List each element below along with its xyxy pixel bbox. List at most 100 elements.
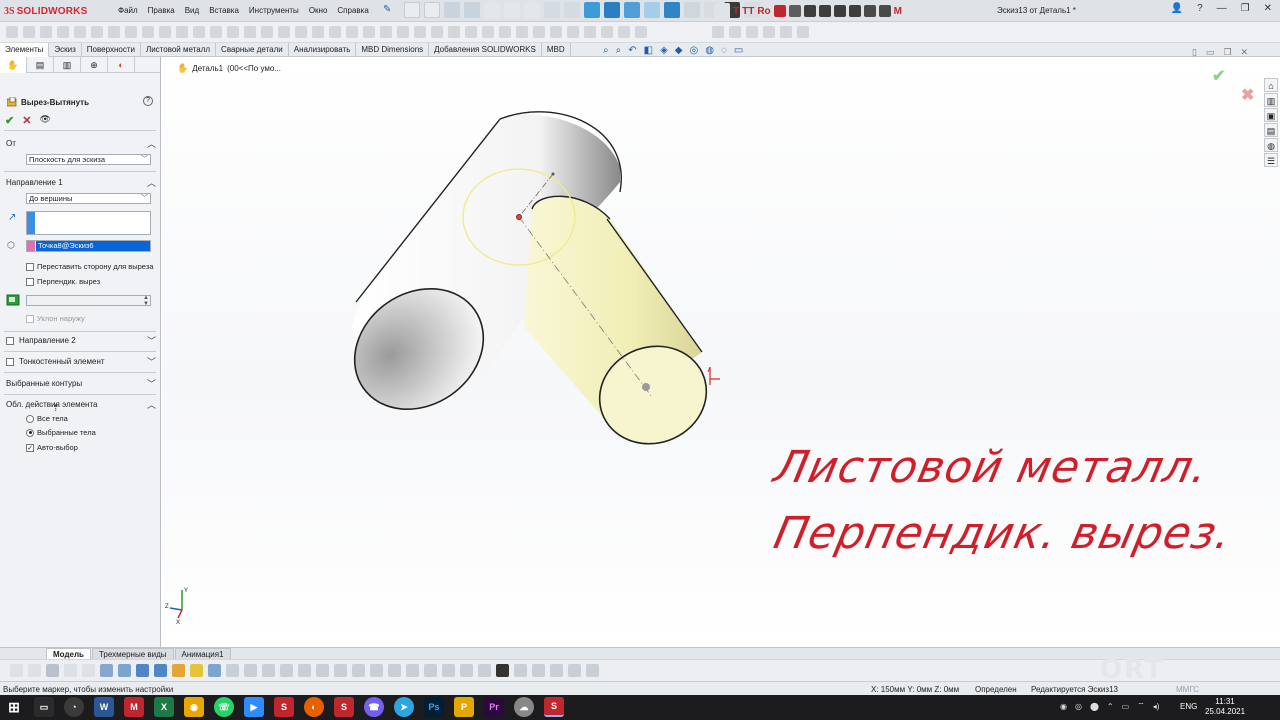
- radio-all-bodies-dot[interactable]: [26, 414, 34, 423]
- radio-selected-bodies[interactable]: Выбранные тела: [26, 428, 96, 437]
- filter-toggle-icon[interactable]: [10, 664, 23, 677]
- menu-view[interactable]: Вид: [185, 6, 199, 15]
- plugin-t-icon[interactable]: T: [733, 6, 739, 17]
- tab-addins[interactable]: Добавления SOLIDWORKS: [429, 43, 542, 57]
- swept-cut-icon[interactable]: [142, 26, 154, 38]
- sketch-point[interactable]: [516, 214, 522, 220]
- plugin-tt-icon[interactable]: TT: [742, 6, 754, 17]
- filter-surface-finish-icon[interactable]: [316, 664, 329, 677]
- zoom-icon[interactable]: ▶: [244, 697, 264, 717]
- filter-clear-icon[interactable]: [28, 664, 41, 677]
- hide-show-icon[interactable]: ◎: [689, 45, 698, 56]
- clock[interactable]: 11:31 25.04.2021: [1205, 697, 1245, 717]
- minimize-icon[interactable]: —: [1217, 3, 1227, 14]
- filter-mesh-facet-icon[interactable]: [568, 664, 581, 677]
- viewport-restore-icon[interactable]: ▯: [1192, 47, 1197, 58]
- feature-extra-11-icon[interactable]: [533, 26, 545, 38]
- menu-file[interactable]: Файл: [118, 6, 138, 15]
- tray-app-2-icon[interactable]: ◎: [1075, 702, 1082, 711]
- tab-features[interactable]: Элементы: [0, 43, 50, 57]
- plugin-red-icon[interactable]: [773, 5, 786, 17]
- feature-extra-15-icon[interactable]: [601, 26, 613, 38]
- vertex-selected-item[interactable]: Точка8@Эскиз6: [36, 241, 150, 251]
- feature-extra-4-icon[interactable]: [414, 26, 426, 38]
- feature-extra-16-icon[interactable]: [618, 26, 630, 38]
- edit-appearance-icon[interactable]: ◍: [705, 45, 714, 56]
- tab-evaluate[interactable]: Анализировать: [289, 43, 357, 57]
- view-palette-icon[interactable]: ▤: [1264, 123, 1278, 137]
- filter-help-icon[interactable]: [64, 664, 77, 677]
- filter-cosmetic-threads-icon[interactable]: [442, 664, 455, 677]
- filter-axes-icon[interactable]: [172, 664, 185, 677]
- zoom-area-icon[interactable]: ⌕: [616, 45, 622, 56]
- save-icon[interactable]: [444, 2, 460, 18]
- menu-insert[interactable]: Вставка: [209, 6, 239, 15]
- close-icon[interactable]: ✕: [1264, 3, 1272, 14]
- filter-vertex-icon[interactable]: [82, 664, 95, 677]
- tray-app-3-icon[interactable]: ⬤: [1090, 702, 1099, 711]
- feature-right-5-icon[interactable]: [780, 26, 792, 38]
- fillet-icon[interactable]: [176, 26, 188, 38]
- filter-surface-bodies-icon[interactable]: [136, 664, 149, 677]
- direction-vector-field[interactable]: [26, 211, 151, 235]
- tray-app-5-icon[interactable]: ▭: [1122, 702, 1130, 711]
- addin-3-icon[interactable]: [624, 2, 640, 18]
- premiere-icon[interactable]: Pr: [484, 697, 504, 717]
- filter-blocks-icon[interactable]: [460, 664, 473, 677]
- direction-arrow-icon[interactable]: ↗: [8, 212, 16, 223]
- custom-properties-icon[interactable]: ☰: [1264, 153, 1278, 167]
- filter-sketch-segments-icon[interactable]: [226, 664, 239, 677]
- filter-dimensions-icon[interactable]: [298, 664, 311, 677]
- filter-routing-points-icon[interactable]: [514, 664, 527, 677]
- ok-check-icon[interactable]: ✔: [5, 114, 14, 127]
- from-select[interactable]: Плоскость для эскиза ﹀: [26, 154, 151, 165]
- tab-surfaces[interactable]: Поверхности: [82, 43, 141, 57]
- windows-start-icon[interactable]: ⊞: [4, 697, 24, 717]
- section-thin-feature[interactable]: Тонкостенный элемент ﹀: [0, 355, 160, 369]
- feature-extra-2-icon[interactable]: [380, 26, 392, 38]
- viber-icon[interactable]: ☎: [364, 697, 384, 717]
- revolve-cut-icon[interactable]: [125, 26, 137, 38]
- firefox-icon[interactable]: ◐: [304, 697, 324, 717]
- options-icon[interactable]: [564, 2, 580, 18]
- cut-tool-cylinder[interactable]: [524, 195, 720, 458]
- tray-network-icon[interactable]: ⌔: [1137, 701, 1145, 711]
- flip-side-checkbox-box[interactable]: [26, 262, 34, 271]
- solidworks-active-icon[interactable]: S: [544, 697, 564, 717]
- cancel-x-icon[interactable]: ✕: [22, 114, 31, 127]
- whatsapp-icon[interactable]: ☏: [214, 697, 234, 717]
- mendeley-icon[interactable]: M: [124, 697, 144, 717]
- flip-side-checkbox[interactable]: Переставить сторону для выреза: [26, 262, 153, 271]
- cloud-app-icon[interactable]: ☁: [514, 697, 534, 717]
- excel-icon[interactable]: X: [154, 697, 174, 717]
- plugin-table-icon[interactable]: [803, 5, 816, 17]
- tab-sheet-metal[interactable]: Листовой металл: [141, 43, 217, 57]
- radio-all-bodies[interactable]: Все тела: [26, 414, 68, 423]
- thin-feature-checkbox[interactable]: [6, 358, 14, 366]
- solidworks-2019-icon[interactable]: S: [274, 697, 294, 717]
- wrap-icon[interactable]: [261, 26, 273, 38]
- tab-3d-views[interactable]: Трехмерные виды: [91, 648, 174, 659]
- units-selector[interactable]: ММГС: [1176, 685, 1199, 694]
- mirror-icon[interactable]: [295, 26, 307, 38]
- display-style-icon[interactable]: ◆: [675, 45, 683, 56]
- intersect-icon[interactable]: [278, 26, 290, 38]
- feature-right-1-icon[interactable]: [712, 26, 724, 38]
- filter-edges-icon[interactable]: [100, 664, 113, 677]
- addin-2-icon[interactable]: [604, 2, 620, 18]
- help-dropdown-icon[interactable]: ?: [1197, 3, 1203, 14]
- filter-datum-icon[interactable]: [406, 664, 419, 677]
- new-document-icon[interactable]: [404, 2, 420, 18]
- display-manager-tab-icon[interactable]: ◐: [108, 57, 135, 73]
- feature-extra-9-icon[interactable]: [499, 26, 511, 38]
- help-icon[interactable]: ?: [143, 96, 153, 106]
- loft-icon[interactable]: [57, 26, 69, 38]
- configuration-manager-tab-icon[interactable]: ▥: [54, 57, 81, 73]
- normal-cut-checkbox[interactable]: Перпендик. вырез: [26, 277, 100, 286]
- file-properties-icon[interactable]: [544, 2, 560, 18]
- feature-extra-5-icon[interactable]: [431, 26, 443, 38]
- hole-wizard-icon[interactable]: [108, 26, 120, 38]
- section-direction1[interactable]: Направление 1 ︿: [0, 176, 160, 190]
- viewport-tile-icon[interactable]: ▭: [1206, 47, 1215, 58]
- plugin-grid-icon[interactable]: [818, 5, 831, 17]
